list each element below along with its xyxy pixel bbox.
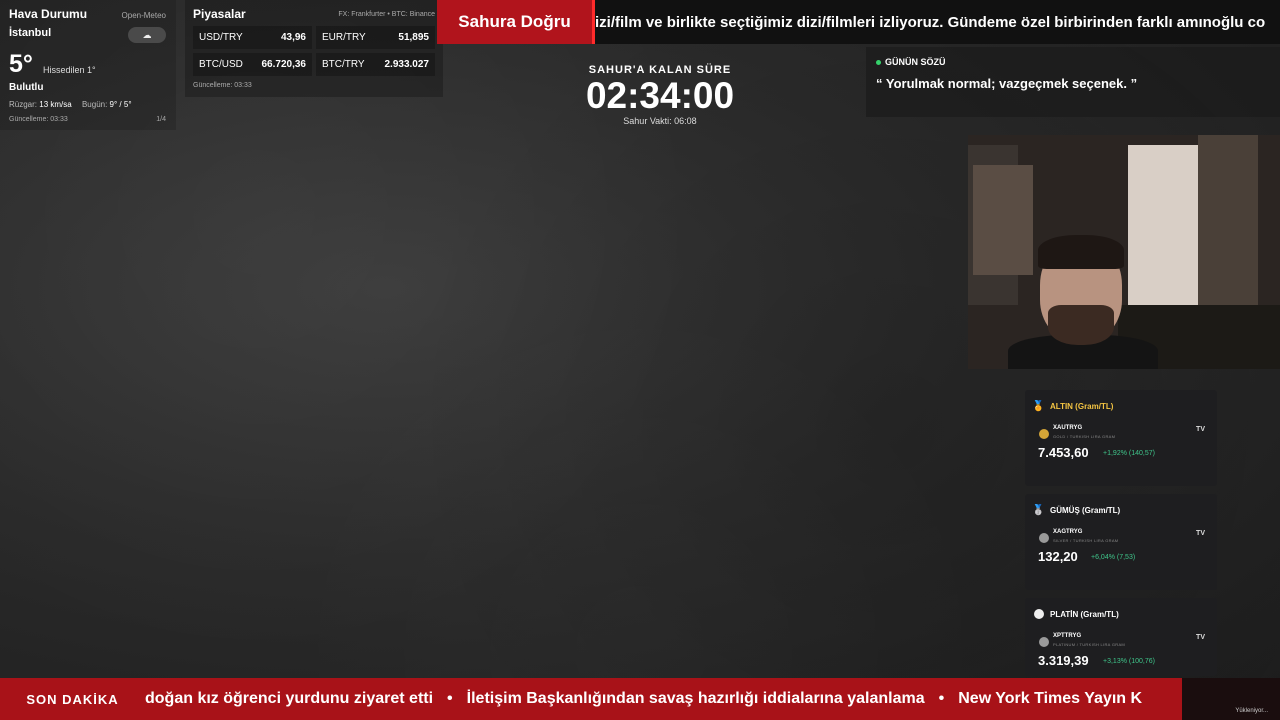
metal-price: 3.319,39	[1038, 653, 1089, 668]
countdown-time: 02:34:00	[585, 75, 735, 116]
quote-of-day: GÜNÜN SÖZÜ “ Yorulmak normal; vazgeçmek …	[866, 47, 1280, 117]
metal-change: +1,92% (140,57)	[1103, 450, 1155, 457]
breaking-news-ticker: SON DAKİKA doğan kız öğrenci yurdunu ziy…	[0, 678, 1280, 720]
top-ticker: Sahura Doğru izi/film ve birlikte seçtiğ…	[437, 0, 1280, 44]
breaking-news-scroll: doğan kız öğrenci yurdunu ziyaret etti •…	[145, 678, 1183, 720]
weather-page-indicator: 1/4	[156, 116, 166, 123]
metal-card-gold: 🏅 ALTIN (Gram/TL) XAUTRYG GOLD / TURKISH …	[1025, 390, 1217, 486]
market-item: EUR/TRY 51,895	[316, 26, 435, 49]
metal-price: 7.453,60	[1038, 445, 1089, 460]
weather-source: Open-Meteo	[121, 11, 166, 20]
webcam-feed	[968, 135, 1280, 369]
metal-card-platinum: PLATİN (Gram/TL) XPTTRYG PLATINUM / TURK…	[1025, 598, 1217, 676]
tradingview-icon[interactable]: TV	[1196, 634, 1205, 641]
status-dot-icon	[876, 59, 881, 65]
quote-label: GÜNÜN SÖZÜ	[885, 57, 946, 67]
sahur-countdown: SAHUR'A KALAN SÜRE 02:34:00 Sahur Vakti:…	[560, 64, 760, 126]
metal-change: +6,04% (7,53)	[1091, 554, 1136, 561]
quote-text: “ Yorulmak normal; vazgeçmek seçenek. ”	[876, 76, 1138, 91]
markets-updated: Güncelleme: 03:33	[193, 82, 252, 89]
news-item: New York Times Yayın K	[958, 690, 1143, 707]
market-item: BTC/USD 66.720,36	[193, 53, 312, 76]
tradingview-icon[interactable]: TV	[1196, 530, 1205, 537]
countdown-sahur-time: Sahur Vakti: 06:08	[623, 116, 697, 126]
news-item: doğan kız öğrenci yurdunu ziyaret etti	[145, 690, 434, 707]
metal-price: 132,20	[1038, 549, 1078, 564]
platinum-coin-icon	[1039, 637, 1049, 647]
metal-change: +3,13% (100,76)	[1103, 658, 1155, 665]
weather-widget: Hava Durumu Open-Meteo İstanbul ☁ 5° His…	[0, 0, 176, 130]
loading-indicator: Yükleniyor...	[1235, 708, 1268, 714]
metal-card-silver: 🥈 GÜMÜŞ (Gram/TL) XAGTRYG SILVER / TURKIS…	[1025, 494, 1217, 590]
market-item: BTC/TRY 2.933.027	[316, 53, 435, 76]
weather-updated: Güncelleme: 03:33	[9, 116, 68, 123]
weather-feels-like: Hissedilen 1°	[43, 65, 96, 75]
medal-icon: 🥈	[1032, 504, 1045, 516]
market-item: USD/TRY 43,96	[193, 26, 312, 49]
weather-condition: Bulutlu	[9, 82, 44, 93]
silver-coin-icon	[1039, 533, 1049, 543]
weather-temperature: 5°	[9, 50, 33, 78]
cloud-icon: ☁	[128, 27, 166, 43]
metals-panel: 🏅 ALTIN (Gram/TL) XAUTRYG GOLD / TURKISH …	[1025, 390, 1225, 676]
markets-widget: Piyasalar FX: Frankfurter • BTC: Binance…	[185, 0, 443, 97]
weather-details: Rüzgar: 13 km/sa Bugün: 9° / 5°	[9, 100, 132, 109]
tradingview-icon[interactable]: TV	[1196, 426, 1205, 433]
top-ticker-text: izi/film ve birlikte seçtiğimiz dizi/fil…	[595, 13, 1266, 31]
gold-coin-icon	[1039, 429, 1049, 439]
medal-icon: 🏅	[1032, 400, 1045, 412]
news-item: İletişim Başkanlığından savaş hazırlığı …	[466, 690, 925, 707]
top-ticker-label: Sahura Doğru	[437, 0, 595, 44]
circle-icon	[1033, 608, 1044, 620]
markets-source: FX: Frankfurter • BTC: Binance	[338, 11, 435, 18]
breaking-news-label: SON DAKİKA	[0, 678, 145, 720]
